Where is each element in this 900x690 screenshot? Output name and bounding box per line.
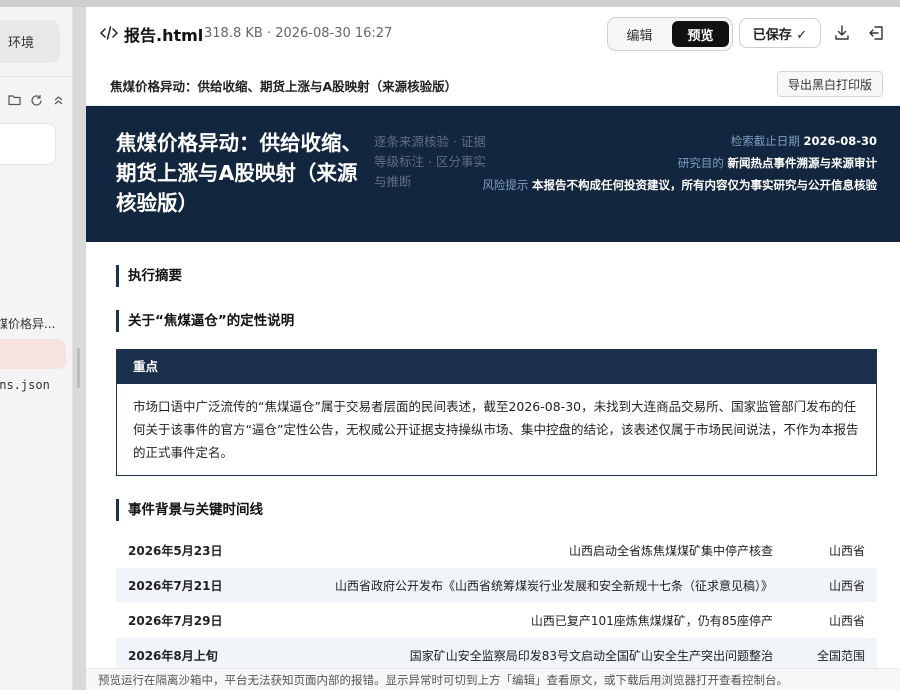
- meta-cutoff-date: 检索截止日期 2026-08-30: [730, 134, 877, 148]
- sidebar-divider: [0, 76, 72, 77]
- document-title: 焦煤价格异动：供给收缩、期货上涨与A股映射（来源核验版）: [110, 79, 458, 94]
- sidebar-item-selected[interactable]: [0, 339, 66, 369]
- sidebar-item-json[interactable]: ons.json: [0, 378, 72, 392]
- view-mode-toggle: 编辑 预览: [607, 17, 733, 51]
- meta-purpose: 研究目的 新闻热点事件溯源与来源审计: [677, 156, 877, 170]
- file-meta: 318.8 KB · 2026-08-30 16:27: [204, 26, 393, 41]
- collapse-icon[interactable]: [50, 92, 66, 108]
- code-icon: [100, 26, 118, 40]
- panel-resize-handle[interactable]: [77, 348, 80, 388]
- key-note-box: 重点 市场口语中广泛流传的“焦煤逼仓”属于交易者层面的民间表述，截至2026-0…: [116, 349, 877, 476]
- document-subheader: 焦煤价格异动：供给收缩、期货上涨与A股映射（来源核验版） 导出黑白打印版: [86, 61, 900, 106]
- file-name: 报告.html: [124, 26, 204, 45]
- download-icon[interactable]: [834, 25, 850, 41]
- folder-icon[interactable]: [7, 92, 23, 108]
- refresh-icon[interactable]: [28, 92, 44, 108]
- meta-risk: 风险提示 本报告不构成任何投资建议，所有内容仅为事实研究与公开信息核验: [482, 178, 877, 192]
- sidebar-item-report[interactable]: 煤价格异...: [0, 315, 72, 332]
- sandbox-notice: 预览运行在隔离沙箱中，平台无法获知页面内部的报错。显示异常时可切到上方「编辑」查…: [86, 668, 900, 690]
- edit-button[interactable]: 编辑: [611, 21, 668, 47]
- export-print-button[interactable]: 导出黑白打印版: [777, 71, 883, 97]
- sidebar: 环境 煤价格异... ons.json: [0, 7, 73, 690]
- main-panel: 报告.html 318.8 KB · 2026-08-30 16:27 编辑 预…: [86, 7, 900, 690]
- report-title: 焦煤价格异动：供给收缩、期货上涨与A股映射（来源核验版）: [116, 131, 362, 215]
- report-meta: 检索截止日期 2026-08-30 研究目的 新闻热点事件溯源与来源审计 风险提…: [457, 130, 877, 196]
- report-banner: 焦煤价格异动：供给收缩、期货上涨与A股映射（来源核验版） 逐条来源核验 · 证据…: [86, 106, 900, 242]
- sidebar-search-box[interactable]: [0, 123, 56, 165]
- preview-button[interactable]: 预览: [672, 21, 729, 47]
- key-note-heading: 重点: [117, 350, 876, 384]
- table-row: 2026年7月29日 山西已复产101座炼焦煤煤矿，仍有85座停产 山西省: [128, 613, 865, 628]
- section-heading-timeline: 事件背景与关键时间线: [116, 499, 263, 521]
- table-row: 2026年7月21日 山西省政府公开发布《山西省统筹煤炭行业发展和安全新规十七条…: [116, 568, 877, 602]
- env-label: 环境: [7, 36, 34, 51]
- key-note-body: 市场口语中广泛流传的“焦煤逼仓”属于交易者层面的民间表述，截至2026-08-3…: [133, 399, 859, 460]
- table-row: 2026年5月23日 山西启动全省炼焦煤煤矿集中停产核查 山西省: [128, 543, 865, 558]
- report-preview: 焦煤价格异动：供给收缩、期货上涨与A股映射（来源核验版） 逐条来源核验 · 证据…: [86, 106, 900, 690]
- section-heading-definition: 关于“焦煤逼仓”的定性说明: [116, 310, 294, 332]
- exit-icon[interactable]: [869, 25, 885, 41]
- file-header: 报告.html 318.8 KB · 2026-08-30 16:27 编辑 预…: [86, 7, 900, 61]
- table-row: 2026年8月上旬 国家矿山安全监察局印发83号文启动全国矿山安全生产突出问题整…: [116, 638, 877, 672]
- sidebar-toolbar: [0, 91, 72, 109]
- env-tab[interactable]: 环境: [0, 20, 60, 63]
- window-top-strip: [0, 0, 900, 7]
- section-heading-summary: 执行摘要: [116, 265, 182, 287]
- saved-button[interactable]: 已保存 ✓: [739, 18, 821, 48]
